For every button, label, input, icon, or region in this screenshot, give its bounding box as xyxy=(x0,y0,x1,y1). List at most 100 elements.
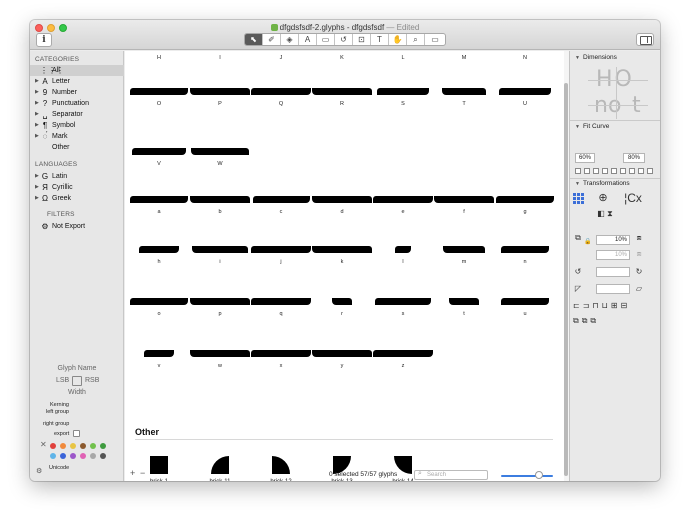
glyph-cell-e[interactable] xyxy=(373,196,433,203)
transform-origin-crosshair-icon[interactable]: ⊕ xyxy=(598,193,608,204)
export-checkbox[interactable] xyxy=(73,430,80,437)
slant-left-icon[interactable]: ◸ xyxy=(573,284,583,294)
cat-item-punctuation[interactable]: ▶? Punctuation xyxy=(30,98,124,109)
scale-down-icon[interactable]: ⧈ xyxy=(634,249,644,259)
transform-origin-grid[interactable] xyxy=(573,193,584,204)
color-swatch[interactable] xyxy=(100,453,106,459)
fit-curve-preset-button[interactable] xyxy=(611,168,617,174)
scale-y-field[interactable]: 10% xyxy=(596,250,630,260)
glyph-cell-T[interactable] xyxy=(442,88,486,95)
disclosure-triangle-icon[interactable]: ▶ xyxy=(35,171,39,182)
fit-curve-preset-button[interactable] xyxy=(638,168,644,174)
glyph-cell-U[interactable] xyxy=(499,88,551,95)
unicode-field[interactable]: Unicode xyxy=(49,465,69,471)
color-swatch[interactable] xyxy=(70,453,76,459)
disclosure-triangle-icon[interactable]: ▶ xyxy=(35,120,39,131)
text-tool[interactable]: T xyxy=(371,34,389,45)
fit-curve-preset-button[interactable] xyxy=(575,168,581,174)
glyph-cell-S[interactable] xyxy=(377,88,429,95)
disclosure-triangle-icon[interactable]: ▶ xyxy=(35,76,39,87)
disclosure-triangle-icon[interactable]: ▶ xyxy=(35,87,39,98)
info-button[interactable]: i xyxy=(36,33,52,47)
glyph-cell-f[interactable] xyxy=(434,196,494,203)
scale-x-field[interactable]: 10% xyxy=(596,235,630,245)
cat-item-letter[interactable]: ▶ A Letter xyxy=(30,76,124,87)
glyph-cell-w[interactable] xyxy=(190,350,250,357)
metrics-lock-icon[interactable] xyxy=(72,376,82,386)
fit-curve-preset-button[interactable] xyxy=(629,168,635,174)
remove-glyph-button[interactable]: − xyxy=(140,468,145,478)
boolean-icons[interactable]: ⧉⧉⧉ xyxy=(573,316,613,326)
disclosure-triangle-icon[interactable]: ▶ xyxy=(35,109,39,120)
glyph-name-field[interactable]: Glyph Name xyxy=(30,365,124,372)
glyph-cell-W[interactable] xyxy=(191,148,249,155)
slant-field[interactable] xyxy=(596,284,630,294)
color-swatch[interactable] xyxy=(50,443,56,449)
fit-curve-preset-button[interactable] xyxy=(584,168,590,174)
disclosure-triangle-icon[interactable]: ▶ xyxy=(35,98,39,109)
rotate-field[interactable] xyxy=(596,267,630,277)
select-tool[interactable]: ⬉ xyxy=(245,34,263,45)
fit-curve-preset-button[interactable] xyxy=(620,168,626,174)
glyph-cell-O[interactable] xyxy=(130,88,188,95)
lang-item-cyrillic[interactable]: ▶ Я Cyrillic xyxy=(30,182,124,193)
color-swatch[interactable] xyxy=(100,443,106,449)
cat-item-symbol[interactable]: ▶ ¶ Symbol xyxy=(30,120,124,131)
zoom-slider[interactable] xyxy=(501,475,553,477)
filter-item-not-export[interactable]: ⚙ Not Export xyxy=(30,221,124,232)
flip-icons[interactable]: ◧ ⧗ xyxy=(594,209,616,219)
clear-color-icon[interactable]: ✕ xyxy=(40,440,47,449)
color-swatch[interactable] xyxy=(90,443,96,449)
fit-curve-low-field[interactable]: 60% xyxy=(575,153,595,163)
lang-item-greek[interactable]: ▶ Ω Greek xyxy=(30,193,124,204)
glyph-cell-c[interactable] xyxy=(252,196,310,203)
search-input[interactable]: Search xyxy=(414,470,488,480)
color-swatch[interactable] xyxy=(60,443,66,449)
glyph-cell-n[interactable] xyxy=(501,246,549,253)
color-swatch[interactable] xyxy=(50,453,56,459)
add-glyph-button[interactable]: + xyxy=(130,468,135,478)
preview-tool[interactable]: ▭ xyxy=(425,34,445,45)
transform-metrics-icon[interactable]: ¦Cx xyxy=(618,192,648,204)
glyph-cell-p[interactable] xyxy=(190,298,250,305)
cat-item-number[interactable]: ▶ 9 Number xyxy=(30,87,124,98)
disclosure-triangle-icon[interactable]: ▶ xyxy=(35,182,39,193)
cat-item-mark[interactable]: ▶ ◌́ Mark xyxy=(30,131,124,142)
dimensions-heading[interactable]: ▼ Dimensions xyxy=(575,54,617,61)
glyph-cell-o[interactable] xyxy=(130,298,188,305)
fit-curve-preset-button[interactable] xyxy=(647,168,653,174)
glyph-cell-b[interactable] xyxy=(190,196,250,203)
left-group-field[interactable]: left group xyxy=(46,409,69,415)
scale-icon[interactable]: ⧉ xyxy=(573,233,583,243)
cat-item-separator[interactable]: ▶ ␣ Separator xyxy=(30,109,124,120)
lsb-field[interactable]: LSB xyxy=(56,377,69,384)
color-swatch[interactable] xyxy=(80,453,86,459)
glyph-cell-v[interactable] xyxy=(144,350,174,357)
glyph-cell-d[interactable] xyxy=(312,196,372,203)
glyph-cell-V[interactable] xyxy=(132,148,186,155)
toggle-sidebar-button[interactable] xyxy=(636,33,654,46)
cat-item-other[interactable]: Other xyxy=(30,142,124,153)
width-field[interactable]: Width xyxy=(30,389,124,396)
zoom-tool[interactable]: ⌕ xyxy=(407,34,425,45)
glyph-cell-x[interactable] xyxy=(251,350,311,357)
disclosure-triangle-icon[interactable]: ▶ xyxy=(35,193,39,204)
glyph-cell-Q[interactable] xyxy=(251,88,311,95)
glyph-cell-k[interactable] xyxy=(312,246,372,253)
align-icons[interactable]: ⊏⊐⊓⊔⊞⊟ xyxy=(573,301,653,311)
shape-tool[interactable]: A xyxy=(299,34,317,45)
scale-lock-icon[interactable]: 🔒 xyxy=(583,237,593,247)
eraser-tool[interactable]: ◈ xyxy=(281,34,299,45)
glyph-cell-u[interactable] xyxy=(501,298,549,305)
glyph-cell-m[interactable] xyxy=(443,246,485,253)
scale-tool[interactable]: ⊡ xyxy=(353,34,371,45)
right-group-field[interactable]: right group xyxy=(43,421,69,427)
glyph-cell-l[interactable] xyxy=(395,246,411,253)
disclosure-triangle-icon[interactable]: ▶ xyxy=(35,131,39,142)
settings-gear-icon[interactable]: ⚙ xyxy=(36,467,42,475)
rsb-field[interactable]: RSB xyxy=(85,377,99,384)
draw-tool[interactable]: ✐ xyxy=(263,34,281,45)
transformations-heading[interactable]: ▼ Transformations xyxy=(575,180,630,187)
glyph-cell-y[interactable] xyxy=(312,350,372,357)
color-swatch[interactable] xyxy=(80,443,86,449)
